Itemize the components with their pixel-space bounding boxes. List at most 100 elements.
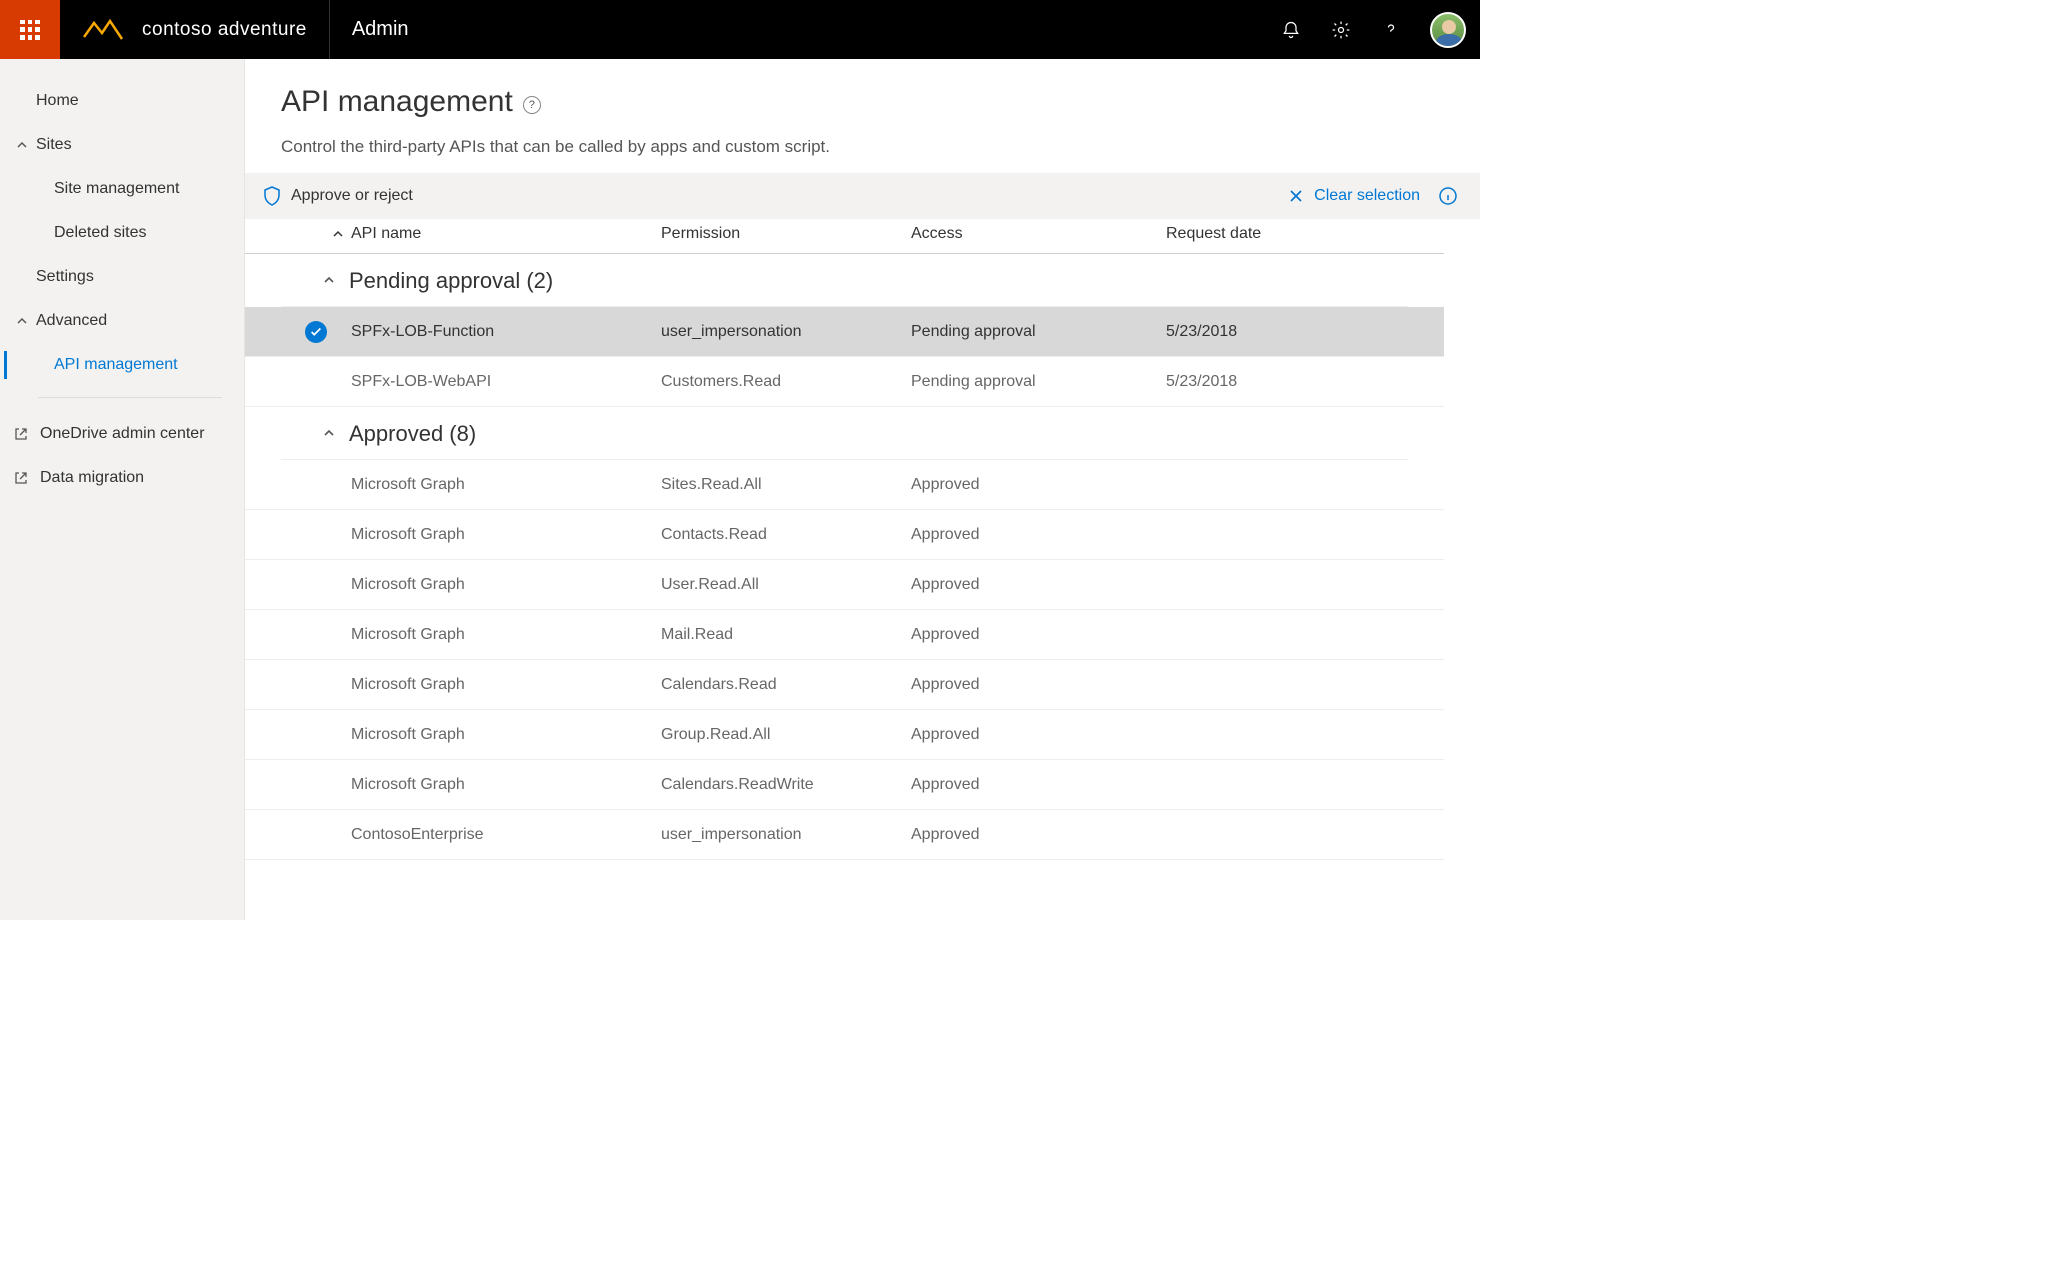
sidebar: Home Sites Site management Deleted sites… [0,59,245,920]
table-row[interactable]: Microsoft GraphGroup.Read.AllApproved [245,710,1444,760]
user-avatar[interactable] [1430,12,1466,48]
clear-selection-button[interactable]: Clear selection [1288,187,1420,205]
table-row[interactable]: SPFx-LOB-WebAPICustomers.ReadPending app… [245,357,1444,407]
app-launcher[interactable] [0,0,60,59]
nav-site-management[interactable]: Site management [0,167,244,211]
nav-label: Data migration [40,469,144,487]
info-icon [1438,186,1458,206]
col-permission[interactable]: Permission [661,225,911,243]
cell-api: SPFx-LOB-Function [351,323,661,341]
col-api-name[interactable]: API name [351,225,661,243]
nav-advanced[interactable]: Advanced [0,299,244,343]
help-info-icon[interactable]: ? [523,96,541,114]
table-row[interactable]: Microsoft GraphContacts.ReadApproved [245,510,1444,560]
cell-api: Microsoft Graph [351,476,661,494]
brand-text: contoso adventure [142,19,307,41]
approve-reject-button[interactable]: Approve or reject [263,186,413,206]
cell-access: Approved [911,676,1166,694]
table-row[interactable]: ContosoEnterpriseuser_impersonationAppro… [245,810,1444,860]
nav-label: Site management [54,180,179,198]
brand[interactable]: contoso adventure [60,0,330,59]
settings-button[interactable] [1316,0,1366,59]
cell-access: Approved [911,576,1166,594]
cell-access: Approved [911,826,1166,844]
nav-home[interactable]: Home [0,79,244,123]
table-row[interactable]: Microsoft GraphUser.Read.AllApproved [245,560,1444,610]
page-title-text: API management [281,85,513,119]
cell-api: Microsoft Graph [351,776,661,794]
cell-permission: user_impersonation [661,826,911,844]
waffle-icon [20,20,40,40]
nav-label: OneDrive admin center [40,425,205,443]
nav-sites[interactable]: Sites [0,123,244,167]
group-title: Pending approval (2) [349,268,553,294]
checkmark-icon [305,321,327,343]
cell-api: SPFx-LOB-WebAPI [351,373,661,391]
nav-label: Home [36,92,79,110]
cell-api: Microsoft Graph [351,676,661,694]
cell-api: Microsoft Graph [351,726,661,744]
col-request-date[interactable]: Request date [1166,225,1346,243]
nav-label: Advanced [36,312,107,330]
chevron-up-icon [321,268,337,294]
notifications-button[interactable] [1266,0,1316,59]
table-row[interactable]: SPFx-LOB-Functionuser_impersonationPendi… [245,307,1444,357]
nav-label: API management [54,356,178,374]
group-pending-header[interactable]: Pending approval (2) [281,254,1408,307]
nav-data-migration[interactable]: Data migration [0,456,244,500]
cell-permission: user_impersonation [661,323,911,341]
app-title: Admin [330,18,409,41]
cell-access: Approved [911,776,1166,794]
nav-divider [38,397,222,398]
page-title: API management ? [281,85,1444,119]
cell-permission: Contacts.Read [661,526,911,544]
nav-api-management[interactable]: API management [0,343,244,387]
cell-permission: Customers.Read [661,373,911,391]
chevron-up-icon [321,421,337,447]
col-access[interactable]: Access [911,225,1166,243]
cell-access: Approved [911,626,1166,644]
cell-api: Microsoft Graph [351,526,661,544]
close-icon [1288,188,1304,204]
row-selector[interactable] [281,321,351,343]
help-button[interactable] [1366,0,1416,59]
top-bar: contoso adventure Admin [0,0,1480,59]
cell-access: Approved [911,476,1166,494]
cell-api: Microsoft Graph [351,576,661,594]
main-content: API management ? Control the third-party… [245,59,1480,920]
nav-label: Sites [36,136,72,154]
bell-icon [1281,20,1301,40]
table-row[interactable]: Microsoft GraphCalendars.ReadApproved [245,660,1444,710]
shield-icon [263,186,281,206]
nav-settings[interactable]: Settings [0,255,244,299]
nav-label: Deleted sites [54,224,147,242]
chevron-up-icon [12,139,32,151]
cell-permission: Sites.Read.All [661,476,911,494]
cell-access: Pending approval [911,323,1166,341]
page-header: API management ? Control the third-party… [245,59,1480,173]
info-button[interactable] [1434,186,1462,206]
open-external-icon [12,426,30,442]
nav-onedrive-admin[interactable]: OneDrive admin center [0,412,244,456]
api-table: API name Permission Access Request date … [245,219,1480,860]
table-row[interactable]: Microsoft GraphCalendars.ReadWriteApprov… [245,760,1444,810]
group-approved-header[interactable]: Approved (8) [281,407,1408,460]
cell-api: Microsoft Graph [351,626,661,644]
open-external-icon [12,470,30,486]
cell-access: Approved [911,526,1166,544]
cell-api: ContosoEnterprise [351,826,661,844]
page-description: Control the third-party APIs that can be… [281,137,1444,157]
table-row[interactable]: Microsoft GraphMail.ReadApproved [245,610,1444,660]
cell-permission: Mail.Read [661,626,911,644]
chevron-up-icon [331,227,345,241]
sort-indicator[interactable] [281,227,351,241]
cell-date: 5/23/2018 [1166,373,1346,391]
group-title: Approved (8) [349,421,476,447]
table-row[interactable]: Microsoft GraphSites.Read.AllApproved [245,460,1444,510]
nav-deleted-sites[interactable]: Deleted sites [0,211,244,255]
chevron-up-icon [12,315,32,327]
cell-permission: Calendars.ReadWrite [661,776,911,794]
cmd-label: Approve or reject [291,187,413,205]
cell-access: Approved [911,726,1166,744]
cell-date: 5/23/2018 [1166,323,1346,341]
